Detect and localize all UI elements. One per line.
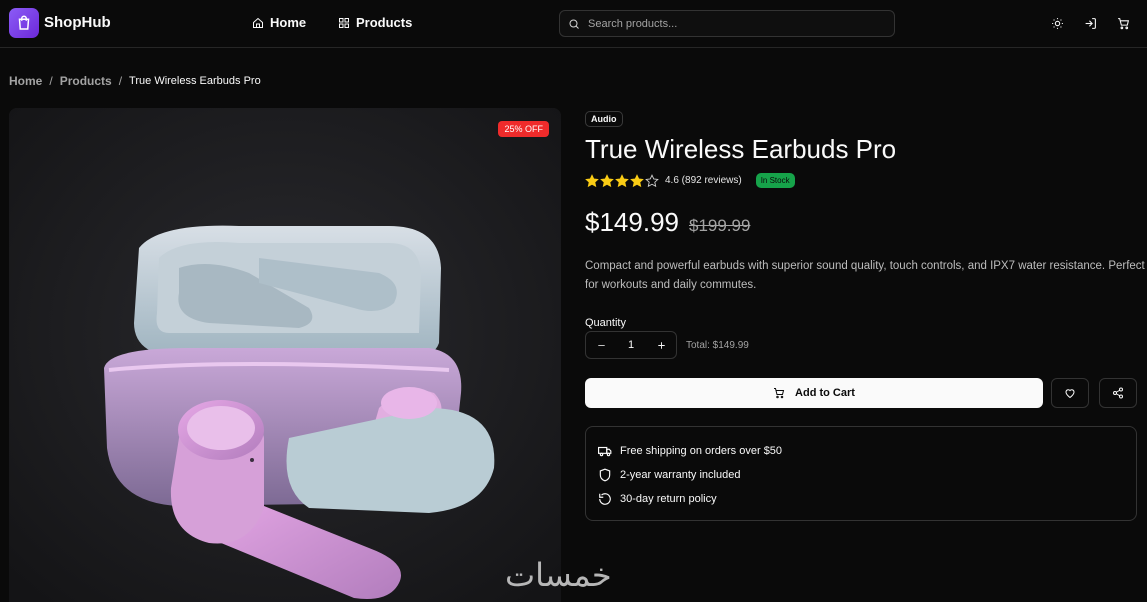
- rating-text: 4.6 (892 reviews): [665, 175, 742, 186]
- search-input[interactable]: [588, 17, 878, 30]
- star-icon: [585, 173, 599, 187]
- rating-row: 4.6 (892 reviews) In Stock: [585, 173, 795, 188]
- star-icon: [630, 173, 644, 187]
- minus-icon[interactable]: [594, 338, 608, 352]
- cart-icon[interactable]: [1115, 15, 1131, 31]
- star-icon: [615, 173, 629, 187]
- return-icon: [599, 493, 611, 505]
- earbuds-illustration: [9, 108, 561, 602]
- add-to-cart-button[interactable]: Add to Cart: [585, 378, 1043, 408]
- grid-icon: [339, 17, 349, 28]
- star-rating: [585, 173, 659, 188]
- breadcrumb-home[interactable]: Home: [9, 74, 42, 88]
- feature-text: 2-year warranty included: [620, 469, 741, 481]
- nav-products-label: Products: [356, 15, 413, 30]
- truck-icon: [598, 446, 612, 457]
- quantity-stepper: 1: [585, 331, 677, 359]
- login-icon[interactable]: [1082, 15, 1098, 31]
- total-price: Total: $149.99: [686, 340, 749, 351]
- watermark: خمسات: [505, 556, 612, 594]
- current-price: $149.99: [585, 207, 679, 237]
- feature-text: 30-day return policy: [620, 493, 717, 505]
- star-icon: [600, 173, 614, 187]
- feature-warranty: 2-year warranty included: [598, 463, 1124, 487]
- category-badge[interactable]: Audio: [585, 111, 623, 127]
- feature-shipping: Free shipping on orders over $50: [598, 439, 1124, 463]
- top-header: ShopHub Home Products: [0, 0, 1147, 48]
- star-icon: [645, 173, 659, 187]
- logo-icon[interactable]: [9, 8, 39, 38]
- stock-badge: In Stock: [755, 173, 795, 188]
- feature-text: Free shipping on orders over $50: [620, 445, 783, 457]
- heart-icon: [1065, 389, 1075, 399]
- nav-products[interactable]: Products: [338, 15, 412, 30]
- quantity-label: Quantity: [585, 317, 626, 329]
- product-image: 25% OFF: [9, 108, 561, 602]
- share-button[interactable]: [1099, 378, 1137, 408]
- plus-icon[interactable]: [654, 338, 668, 352]
- breadcrumb-separator: /: [49, 74, 53, 88]
- product-title: True Wireless Earbuds Pro: [585, 134, 897, 164]
- share-icon: [1113, 387, 1123, 399]
- wishlist-button[interactable]: [1051, 378, 1089, 408]
- breadcrumb-products[interactable]: Products: [60, 74, 112, 88]
- sun-icon[interactable]: [1049, 15, 1065, 31]
- nav-home[interactable]: Home: [252, 15, 306, 30]
- original-price: $199.99: [688, 216, 751, 235]
- price-row: $149.99 $199.99: [585, 207, 750, 238]
- cart-icon: [774, 388, 785, 399]
- search-bar[interactable]: [559, 10, 895, 37]
- breadcrumb-current: True Wireless Earbuds Pro: [129, 75, 261, 87]
- product-description: Compact and powerful earbuds with superi…: [585, 260, 1145, 291]
- discount-badge: 25% OFF: [498, 121, 549, 137]
- feature-returns: 30-day return policy: [598, 487, 1124, 511]
- search-icon: [569, 19, 579, 29]
- breadcrumb: Home / Products / True Wireless Earbuds …: [9, 74, 261, 88]
- breadcrumb-separator: /: [118, 74, 123, 88]
- logo-text[interactable]: ShopHub: [44, 14, 111, 31]
- quantity-value[interactable]: 1: [628, 339, 634, 351]
- add-to-cart-label: Add to Cart: [795, 387, 855, 399]
- home-icon: [253, 17, 263, 28]
- shield-icon: [599, 468, 611, 482]
- features-card: Free shipping on orders over $50 2-year …: [585, 426, 1137, 521]
- nav-home-label: Home: [270, 15, 307, 30]
